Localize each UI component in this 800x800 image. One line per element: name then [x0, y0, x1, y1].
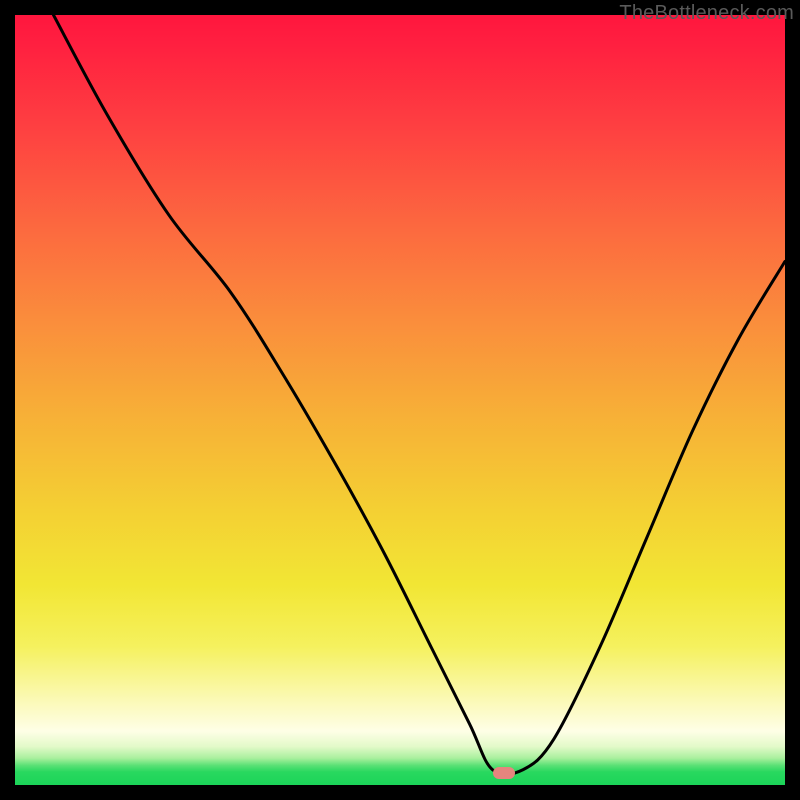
bottleneck-curve — [15, 15, 785, 785]
curve-path — [54, 15, 786, 774]
plot-area — [15, 15, 785, 785]
watermark-text: TheBottleneck.com — [619, 2, 794, 25]
chart-frame: TheBottleneck.com — [0, 0, 800, 800]
optimal-marker — [493, 767, 515, 779]
